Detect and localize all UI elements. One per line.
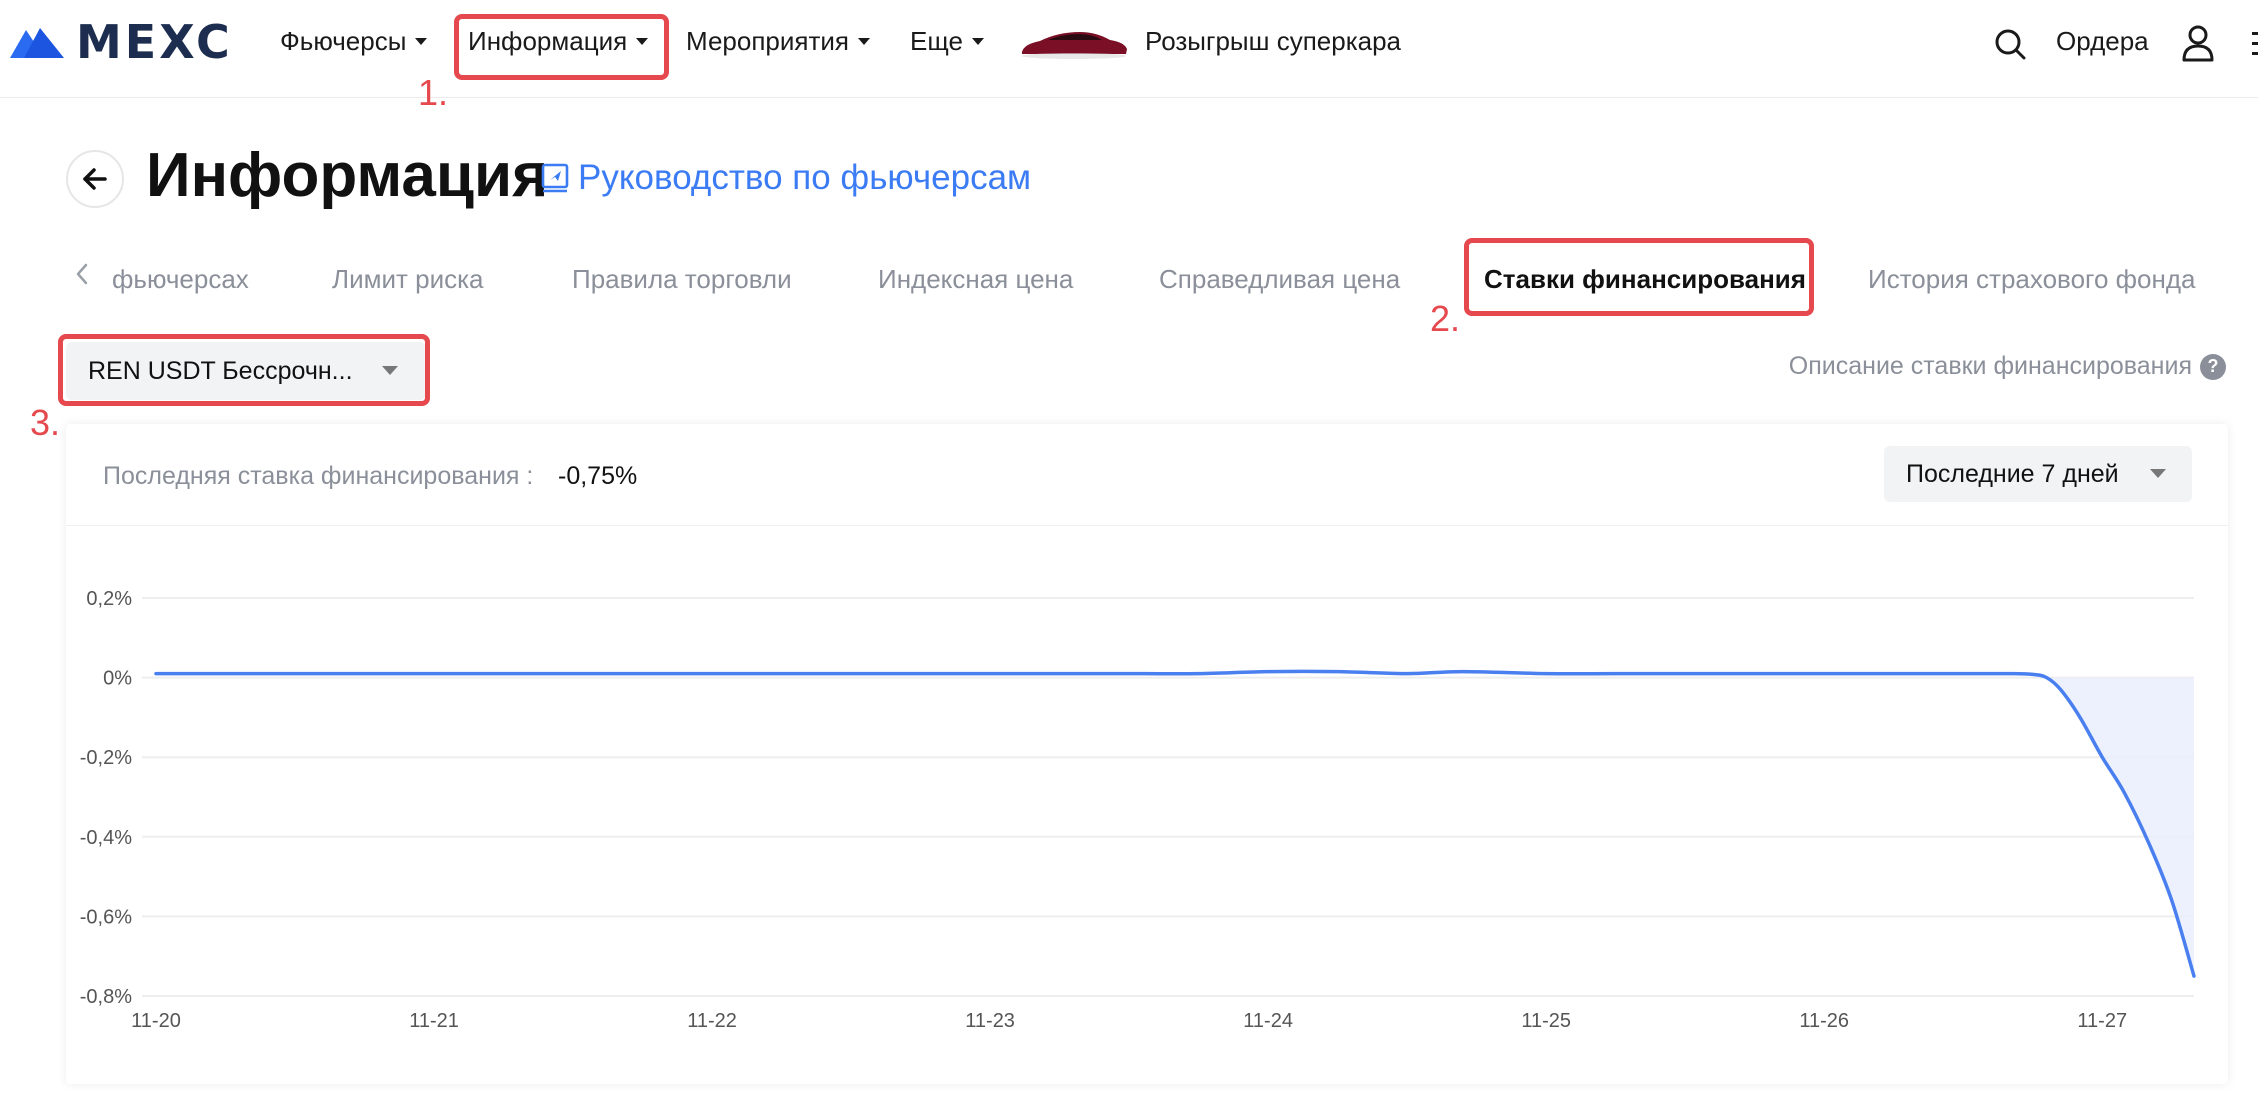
y-tick-label: -0,8% [80,986,132,1008]
y-tick-label: -0,2% [80,747,132,769]
funding-rate-line [154,669,2196,978]
nav-orders[interactable]: Ордера [2056,26,2149,57]
guide-book-icon [541,163,569,193]
nav-more-label: Еще [910,26,963,56]
arrow-left-icon [83,168,107,190]
search-icon[interactable] [1992,26,2028,62]
nav-supercar-promo[interactable]: Розыгрыш суперкара [1145,26,1401,57]
nav-more[interactable]: Еще [910,26,984,57]
y-tick-label: 0,2% [86,588,132,610]
page-title: Информация [146,141,549,210]
caret-down-icon [415,38,428,45]
tab-risk-limit[interactable]: Лимит риска [332,264,484,295]
tab-index-price[interactable]: Индексная цена [878,264,1073,295]
x-tick-label: 11-24 [1243,1010,1293,1032]
guide-label: Руководство по фьючерсам [578,158,1032,197]
x-tick-label: 11-20 [131,1010,181,1032]
highlight-box-2 [1464,238,1814,316]
nav-promo-label: Розыгрыш суперкара [1145,26,1402,56]
logo-text: MEXC [76,15,233,69]
mexc-logo-icon [10,28,64,58]
y-tick-label: -0,6% [80,906,132,928]
highlight-box-1 [454,14,669,80]
x-tick-label: 11-21 [409,1010,459,1032]
futures-guide-link[interactable]: Руководство по фьючерсам [540,158,1031,198]
tab-insurance-fund-history[interactable]: История страхового фонда [1868,264,2195,295]
chevron-left-icon[interactable] [74,262,90,286]
caret-down-icon [971,38,984,45]
y-tick-label: -0,4% [80,827,132,849]
x-tick-label: 11-26 [1799,1010,1849,1032]
back-button[interactable] [66,150,124,208]
nav-events[interactable]: Мероприятия [686,26,870,57]
funding-rate-description-label: Описание ставки финансирования [1788,352,2192,380]
nav-events-label: Мероприятия [686,26,849,56]
negative-rate-area [2046,677,2194,977]
logo[interactable]: MEXC [8,15,233,69]
top-navigation: MEXC Фьючерсы Информация Мероприятия Еще… [0,0,2258,98]
x-tick-label: 11-22 [687,1010,737,1032]
nav-futures[interactable]: Фьючерсы [280,26,428,57]
x-tick-label: 11-23 [965,1010,1015,1032]
tab-trading-rules[interactable]: Правила торговли [572,264,792,295]
step-label-2: 2. [1430,298,1461,339]
funding-rate-chart[interactable]: 0,2% 0% -0,2% -0,4% -0,6% -0,8%11-20 11-21 11-2… [66,424,2228,1084]
supercar-icon[interactable] [1018,24,1130,60]
nav-futures-label: Фьючерсы [280,26,407,56]
highlight-box-3 [58,334,430,406]
caret-down-icon [857,38,870,45]
funding-rate-description-link[interactable]: Описание ставки финансирования ? [1789,352,2226,381]
question-icon: ? [2200,353,2226,380]
menu-icon[interactable] [2248,28,2258,60]
tab-futures-info[interactable]: фьючерсах [112,264,249,295]
y-tick-label: 0% [103,668,132,690]
funding-rate-chart-card: Последняя ставка финансирования : -0,75%… [66,424,2228,1084]
user-icon[interactable] [2180,24,2216,62]
tab-fair-price[interactable]: Справедливая цена [1159,264,1400,295]
x-tick-label: 11-25 [1521,1010,1571,1032]
x-tick-label: 11-27 [2077,1010,2127,1032]
step-label-1: 1. [418,72,449,113]
step-label-3: 3. [30,402,61,443]
